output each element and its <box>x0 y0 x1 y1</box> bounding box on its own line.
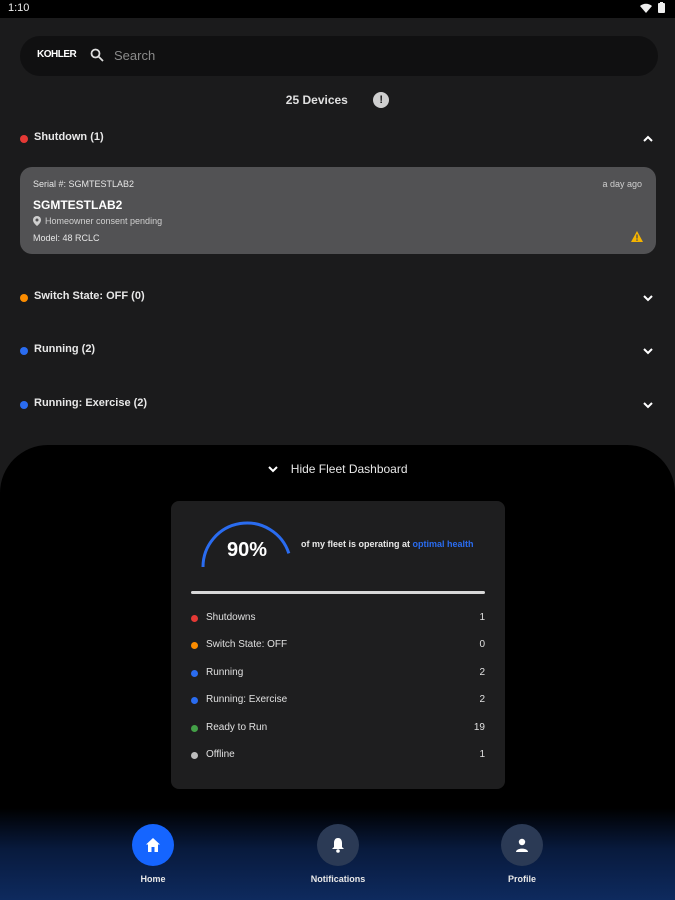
chevron-down-icon[interactable] <box>642 292 654 304</box>
nav-profile[interactable]: Profile <box>477 824 567 884</box>
status-dot <box>20 401 28 409</box>
stat-dot <box>191 697 198 704</box>
battery-icon <box>658 2 665 13</box>
stat-label: Switch State: OFF <box>206 639 288 650</box>
stat-row: Offline 1 <box>191 748 485 764</box>
info-icon[interactable]: ! <box>373 92 390 108</box>
chevron-down-icon <box>268 466 279 473</box>
stat-value: 0 <box>479 639 485 650</box>
stat-row: Switch State: OFF 0 <box>191 638 485 654</box>
person-icon <box>516 838 528 852</box>
stat-value: 1 <box>479 612 485 623</box>
wifi-icon <box>640 3 652 13</box>
stat-dot <box>191 752 198 759</box>
divider <box>191 591 485 594</box>
stat-value: 2 <box>479 694 485 705</box>
stat-row: Running: Exercise 2 <box>191 693 485 709</box>
nav-home-circle[interactable] <box>132 824 174 866</box>
hide-fleet-dashboard-button[interactable]: Hide Fleet Dashboard <box>0 461 675 476</box>
group-shutdown[interactable]: Shutdown (1) <box>20 130 660 150</box>
stat-row: Running 2 <box>191 666 485 682</box>
stat-dot <box>191 670 198 677</box>
stat-dot <box>191 642 198 649</box>
stat-label: Shutdowns <box>206 612 256 623</box>
nav-profile-circle[interactable] <box>501 824 543 866</box>
group-running[interactable]: Running (2) <box>20 342 660 362</box>
location-pin-icon <box>33 216 41 226</box>
stat-value: 2 <box>479 667 485 678</box>
health-percent: 90% <box>226 539 268 561</box>
warning-icon <box>631 231 643 242</box>
stat-label: Running: Exercise <box>206 694 288 705</box>
chevron-down-icon[interactable] <box>642 345 654 357</box>
kohler-logo: KOHLER <box>37 49 77 60</box>
stat-row: Ready to Run 19 <box>191 721 485 737</box>
nav-notifications-label: Notifications <box>310 874 366 884</box>
device-name: SGMTESTLAB2 <box>33 198 123 212</box>
chevron-down-icon[interactable] <box>642 399 654 411</box>
group-label: Switch State: OFF (0) <box>34 290 145 302</box>
devices-count: 25 Devices <box>285 93 348 107</box>
status-dot <box>20 294 28 302</box>
device-last-seen: a day ago <box>602 179 642 189</box>
stat-value: 1 <box>479 749 485 760</box>
bell-icon <box>332 838 344 853</box>
fleet-health-card: 90% of my fleet is operating at optimal … <box>171 501 505 789</box>
device-serial: Serial #: SGMTESTLAB2 <box>33 179 135 189</box>
group-label: Running (2) <box>34 343 96 355</box>
group-label: Shutdown (1) <box>34 131 104 143</box>
bottom-navigation: Home Notifications Profile <box>0 808 675 900</box>
stat-row: Shutdowns 1 <box>191 611 485 627</box>
search-input[interactable]: Search <box>114 48 155 63</box>
hide-fleet-dashboard-label: Hide Fleet Dashboard <box>290 461 408 476</box>
nav-home[interactable]: Home <box>108 824 198 884</box>
search-icon[interactable] <box>90 48 104 62</box>
devices-header: 25 Devices ! <box>0 92 675 108</box>
group-switch-state-off[interactable]: Switch State: OFF (0) <box>20 289 660 309</box>
status-dot <box>20 135 28 143</box>
stat-dot <box>191 725 198 732</box>
health-description-prefix: of my fleet is operating at <box>301 539 413 549</box>
stat-label: Ready to Run <box>206 722 268 733</box>
device-location: Homeowner consent pending <box>33 216 162 226</box>
home-icon <box>146 838 160 852</box>
nav-notifications-circle[interactable] <box>317 824 359 866</box>
optimal-health-highlight: optimal health <box>412 539 474 549</box>
device-location-text: Homeowner consent pending <box>45 216 163 226</box>
stat-value: 19 <box>473 722 485 733</box>
nav-profile-label: Profile <box>507 874 536 884</box>
nav-home-label: Home <box>140 874 166 884</box>
status-time: 1:10 <box>8 2 30 14</box>
search-bar[interactable]: KOHLER Search <box>20 36 658 76</box>
stat-dot <box>191 615 198 622</box>
system-icons <box>640 2 665 13</box>
device-model: Model: 48 RCLC <box>33 233 100 243</box>
status-dot <box>20 347 28 355</box>
health-description: of my fleet is operating at optimal heal… <box>301 537 491 552</box>
chevron-up-icon[interactable] <box>642 133 654 145</box>
stat-label: Running <box>206 667 244 678</box>
group-running-exercise[interactable]: Running: Exercise (2) <box>20 396 660 416</box>
device-card[interactable]: Serial #: SGMTESTLAB2 a day ago SGMTESTL… <box>20 167 656 254</box>
status-bar: 1:10 <box>0 0 675 18</box>
nav-notifications[interactable]: Notifications <box>293 824 383 884</box>
stat-label: Offline <box>206 749 235 760</box>
group-label: Running: Exercise (2) <box>34 397 148 409</box>
